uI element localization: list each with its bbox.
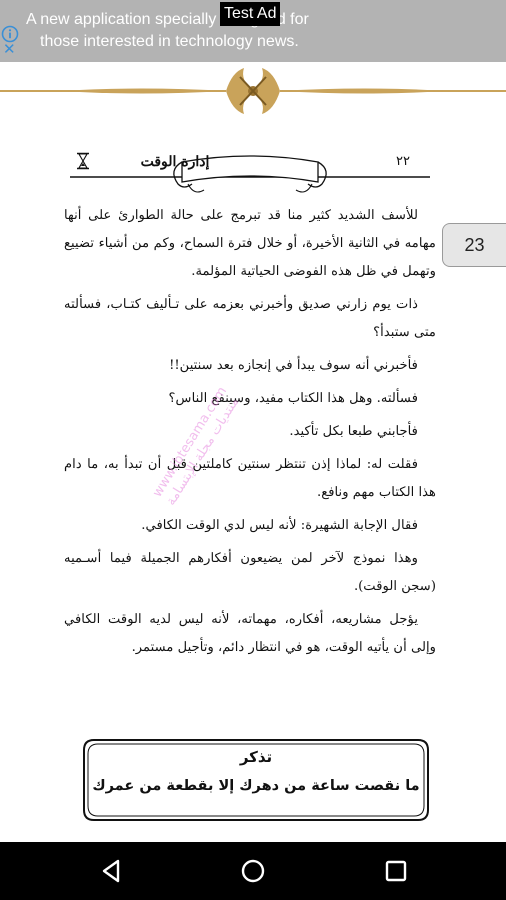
remember-box: تذكر ما نقصت ساعة من دهرك إلا بقطعة من ع… <box>82 738 430 822</box>
page-number-badge[interactable]: 23 <box>442 223 506 267</box>
home-icon[interactable] <box>237 855 269 887</box>
navigation-bar <box>0 842 506 900</box>
ad-banner[interactable]: ✕ A new application specially designed f… <box>0 0 506 62</box>
paragraph: فقلت له: لماذا إذن تنتظر سنتين كاملتين ق… <box>64 457 436 500</box>
ad-line-1: A new application specially designed for <box>26 11 309 28</box>
paragraph: فأجابني طبعا بكل تأكيد. <box>289 424 418 439</box>
paragraph: يؤجل مشاريعه، أفكاره، مهماته، لأنه ليس ل… <box>64 612 436 655</box>
remember-text: ما نقصت ساعة من دهرك إلا بقطعة من عمرك <box>92 778 420 794</box>
body-text: للأسف الشديد كثير منا قد تبرمج على حالة … <box>64 202 436 667</box>
hourglass-icon <box>77 152 89 170</box>
book-header-banner <box>70 155 430 193</box>
ad-line-2: those interested in technology news. <box>40 33 299 50</box>
paragraph: فقال الإجابة الشهيرة: لأنه ليس لدي الوقت… <box>141 518 418 533</box>
book-page[interactable]: 23 إدارة الوقت ٢٢ للأسف الشديد كثير منا … <box>0 62 506 842</box>
book-page-number: ٢٢ <box>396 154 410 169</box>
recents-icon[interactable] <box>380 855 412 887</box>
back-icon[interactable] <box>95 855 127 887</box>
chapter-title: إدارة الوقت <box>140 154 210 170</box>
test-ad-label: Test Ad <box>220 2 281 26</box>
paragraph: وهذا نموذج لآخر لمن يضيعون أفكارهم الجمي… <box>64 551 436 594</box>
paragraph: للأسف الشديد كثير منا قد تبرمج على حالة … <box>64 208 436 279</box>
ad-text[interactable]: A new application specially designed for… <box>26 9 406 53</box>
ornament-divider <box>0 68 506 114</box>
close-icon[interactable]: ✕ <box>3 42 16 57</box>
remember-title: تذكر <box>239 748 273 766</box>
